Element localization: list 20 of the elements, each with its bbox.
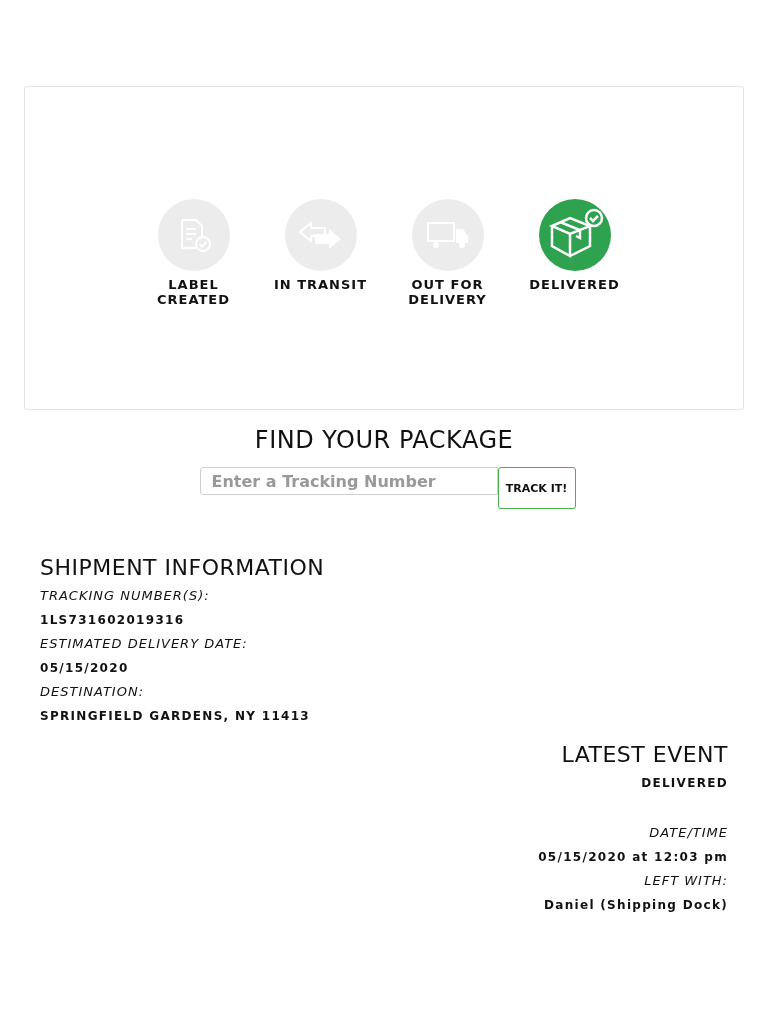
latest-event-title: LATEST EVENT — [561, 742, 728, 767]
field-label: LEFT WITH: — [644, 872, 728, 890]
finder-title: FIND YOUR PACKAGE — [254, 426, 514, 454]
track-button[interactable]: TRACK IT! — [497, 467, 576, 509]
step-label: LABEL CREATED — [156, 277, 231, 307]
shipment-title: SHIPMENT INFORMATION — [40, 555, 326, 580]
field-label: TRACKING NUMBER(S): — [40, 587, 211, 605]
field-value: 1LS731602019316 — [40, 612, 186, 629]
field-value: 05/15/2020 — [40, 660, 130, 677]
field-value: SPRINGFIELD GARDENS, NY 11413 — [40, 708, 311, 725]
step-label: DELIVERED — [528, 277, 621, 292]
event-status: DELIVERED — [641, 775, 728, 792]
field-value: Daniel (Shipping Dock) — [544, 897, 728, 914]
step-label: IN TRANSIT — [272, 277, 369, 292]
field-value: 05/15/2020 at 12:03 pm — [538, 849, 728, 866]
tracking-input[interactable]: Enter a Tracking Number — [199, 467, 498, 495]
field-label: DATE/TIME — [649, 824, 728, 842]
step-label: OUT FOR DELIVERY — [407, 277, 488, 307]
field-label: ESTIMATED DELIVERY DATE: — [40, 635, 249, 653]
field-label: DESTINATION: — [40, 683, 146, 701]
